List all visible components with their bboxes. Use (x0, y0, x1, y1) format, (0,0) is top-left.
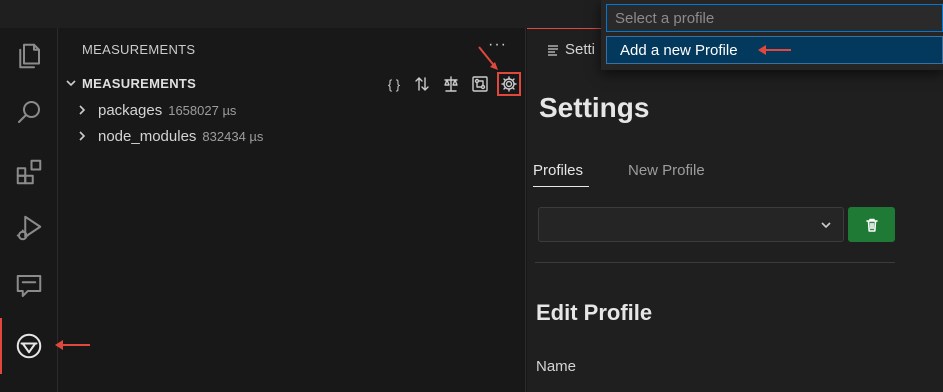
delete-profile-button[interactable] (848, 207, 895, 242)
section-label: MEASUREMENTS (82, 76, 197, 91)
tab-settings[interactable]: Setti (527, 28, 605, 72)
annotation-arrow (478, 46, 498, 70)
run-debug-icon[interactable] (0, 200, 58, 256)
tree-item-packages[interactable]: packages 1658027 µs (58, 97, 526, 123)
scale-icon[interactable] (439, 72, 463, 96)
quick-pick-item-label: Add a new Profile (620, 42, 738, 59)
divider (535, 262, 895, 263)
chat-icon[interactable] (0, 258, 58, 314)
search-icon[interactable] (0, 84, 58, 140)
tree-item-time: 832434 µs (202, 129, 264, 144)
tree-item-node-modules[interactable]: node_modules 832434 µs (58, 123, 526, 149)
activity-bar (0, 28, 58, 392)
tab-label: Setti (565, 41, 596, 58)
section-title: Edit Profile (536, 300, 653, 325)
explorer-icon[interactable] (0, 28, 58, 84)
chevron-down-icon (64, 76, 78, 90)
page-title: Settings (539, 92, 650, 123)
tab-profiles[interactable]: Profiles (533, 162, 583, 179)
settings-editor: Setti Settings Profiles New Profile Edit… (527, 28, 943, 392)
braces-button[interactable]: { } (382, 72, 406, 96)
trash-icon (865, 218, 878, 232)
chevron-right-icon (76, 129, 88, 143)
sort-icon[interactable] (410, 72, 434, 96)
extensions-icon[interactable] (0, 144, 58, 200)
name-field-label: Name (536, 358, 577, 375)
lines-icon (547, 43, 559, 56)
tree-item-label: node_modules 832434 µs (98, 128, 264, 145)
tree-item-label: packages 1658027 µs (98, 102, 237, 119)
profile-quick-pick: Add a new Profile (601, 0, 943, 70)
measurements-sidebar: MEASUREMENTS ··· MEASUREMENTS { } packag… (58, 28, 526, 392)
chevron-down-icon (819, 218, 833, 232)
measurements-icon[interactable] (0, 318, 58, 374)
annotation-arrow (758, 45, 791, 55)
sidebar-title: MEASUREMENTS (82, 42, 196, 57)
tab-new-profile[interactable]: New Profile (628, 162, 705, 179)
annotation-arrow (55, 340, 90, 350)
section-header[interactable]: MEASUREMENTS { } (58, 71, 526, 96)
profile-select[interactable] (538, 207, 844, 242)
quick-pick-input[interactable] (606, 4, 943, 32)
active-tab-indicator (533, 186, 589, 187)
chevron-right-icon (76, 103, 88, 117)
tree-item-time: 1658027 µs (168, 103, 237, 118)
